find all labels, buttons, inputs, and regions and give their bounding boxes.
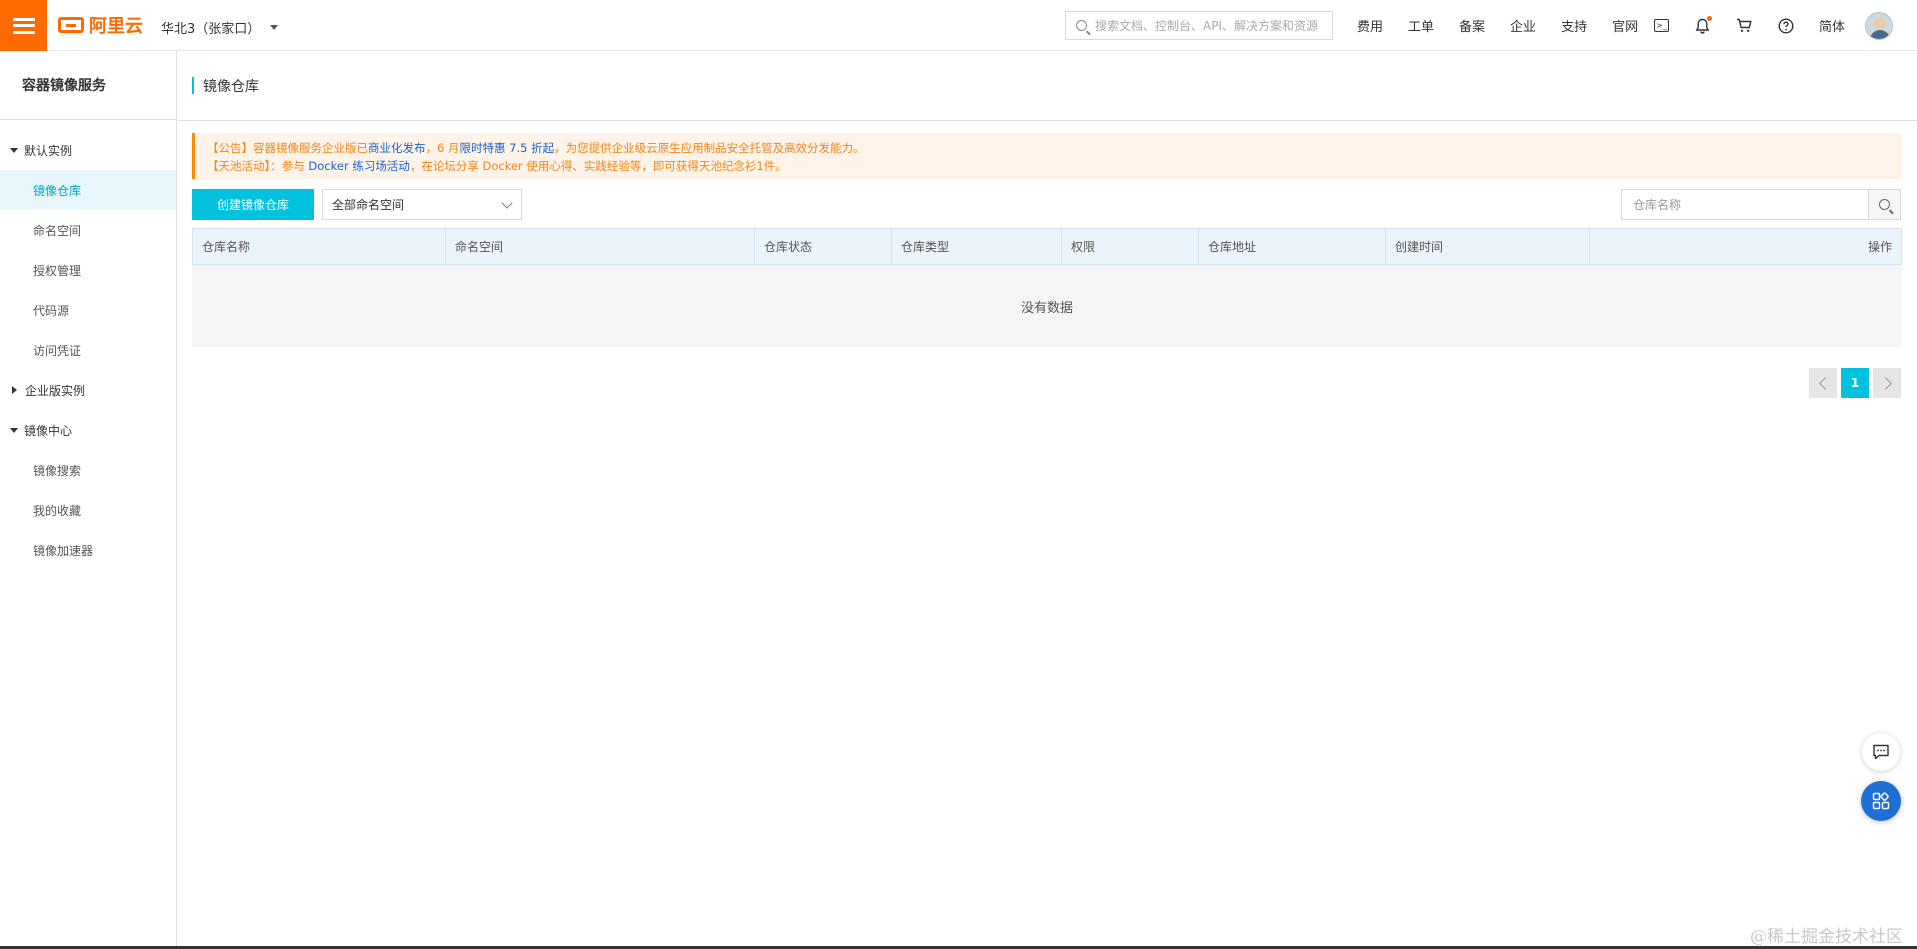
search-icon xyxy=(1879,199,1890,210)
chevron-down-icon xyxy=(501,197,513,209)
feedback-chat-button[interactable] xyxy=(1862,733,1900,771)
triangle-down-icon xyxy=(10,147,18,153)
sidebar-group-label: 镜像中心 xyxy=(24,423,73,438)
announcement-text: 【公告】容器镜像服务企业版已 xyxy=(207,141,368,155)
namespace-select-value: 全部命名空间 xyxy=(332,198,405,212)
watermark-text: @稀土掘金技术社区 xyxy=(1750,927,1903,947)
column-header: 命名空间 xyxy=(446,229,755,264)
user-avatar[interactable] xyxy=(1865,11,1894,40)
menu-icon xyxy=(12,17,35,34)
column-header: 仓库状态 xyxy=(755,229,892,264)
announcement-line-2: 【天池活动】：参与 Docker 练习场活动，在论坛分享 Docker 使用心得… xyxy=(207,157,1892,175)
table-header: 仓库名称 命名空间 仓库状态 仓库类型 权限 仓库地址 创建时间 操作 xyxy=(192,228,1902,265)
column-header: 创建时间 xyxy=(1386,229,1590,264)
caret-down-icon xyxy=(270,25,279,30)
title-accent-bar xyxy=(192,77,194,94)
help-icon[interactable] xyxy=(1777,17,1795,35)
sidebar-item-code-source[interactable]: 代码源 xyxy=(0,290,176,330)
top-navigation-bar: 阿里云 华北3（张家口） 费用 工单 备案 企业 支持 官网 >_ 简体 xyxy=(0,0,1917,51)
repository-table: 仓库名称 命名空间 仓库状态 仓库类型 权限 仓库地址 创建时间 操作 没有数据 xyxy=(192,228,1902,347)
nav-link-icp[interactable]: 备案 xyxy=(1459,16,1485,35)
language-switch[interactable]: 简体 xyxy=(1819,16,1845,35)
cart-icon[interactable] xyxy=(1735,17,1753,35)
repository-search-input[interactable] xyxy=(1622,190,1868,219)
nav-link-official-site[interactable]: 官网 xyxy=(1612,16,1638,35)
sidebar-item-access-credentials[interactable]: 访问凭证 xyxy=(0,330,176,370)
page-header: 镜像仓库 xyxy=(178,51,1917,121)
column-header: 操作 xyxy=(1867,240,1892,254)
nav-link-fees[interactable]: 费用 xyxy=(1357,16,1383,35)
empty-state: 没有数据 xyxy=(192,265,1902,347)
logo-text: 阿里云 xyxy=(89,16,143,37)
hamburger-menu-button[interactable] xyxy=(0,0,47,51)
triangle-right-icon xyxy=(12,386,17,394)
sidebar: 容器镜像服务 默认实例 镜像仓库 命名空间 授权管理 代码源 访问凭证 企业版实… xyxy=(0,51,177,949)
announcement-link-commercial[interactable]: 商业化发布 xyxy=(368,141,426,155)
sidebar-title: 容器镜像服务 xyxy=(0,51,176,120)
apps-icon xyxy=(1872,792,1890,810)
announcement-link-discount[interactable]: 限时特惠 7.5 折起 xyxy=(459,141,554,155)
sidebar-group-default-instance[interactable]: 默认实例 xyxy=(0,130,176,170)
announcement-banner: 【公告】容器镜像服务企业版已商业化发布，6 月限时特惠 7.5 折起，为您提供企… xyxy=(192,133,1902,179)
column-header: 仓库类型 xyxy=(892,229,1062,264)
page-number-current[interactable]: 1 xyxy=(1841,368,1869,398)
top-nav-links: 费用 工单 备案 企业 支持 官网 xyxy=(1357,0,1663,51)
page-title: 镜像仓库 xyxy=(203,78,259,95)
sidebar-item-image-search[interactable]: 镜像搜索 xyxy=(0,450,176,490)
quick-apps-button[interactable] xyxy=(1861,781,1901,821)
previous-page-button[interactable] xyxy=(1809,368,1837,398)
region-selector[interactable]: 华北3（张家口） xyxy=(161,18,279,37)
top-nav-icons: >_ 简体 xyxy=(1654,0,1894,51)
repository-search-box xyxy=(1621,189,1901,220)
search-icon xyxy=(1076,20,1087,31)
notification-dot xyxy=(1707,15,1712,21)
triangle-down-icon xyxy=(10,427,18,433)
nav-link-enterprise[interactable]: 企业 xyxy=(1510,16,1536,35)
namespace-select[interactable]: 全部命名空间 xyxy=(322,189,522,220)
next-page-button[interactable] xyxy=(1873,368,1901,398)
sidebar-item-favorites[interactable]: 我的收藏 xyxy=(0,490,176,530)
nav-link-tickets[interactable]: 工单 xyxy=(1408,16,1434,35)
terminal-icon[interactable]: >_ xyxy=(1654,19,1669,32)
announcement-text: ，6 月 xyxy=(425,141,460,155)
repository-search-button[interactable] xyxy=(1868,190,1900,219)
sidebar-item-repositories[interactable]: 镜像仓库 xyxy=(0,170,176,210)
announcement-text: 【天池活动】：参与 xyxy=(207,159,309,173)
bell-icon[interactable] xyxy=(1693,15,1712,35)
chat-icon xyxy=(1873,744,1889,760)
column-header: 仓库名称 xyxy=(193,229,446,264)
announcement-text: ，在论坛分享 Docker 使用心得、实践经验等，即可获得天池纪念衫1件。 xyxy=(409,159,787,173)
aliyun-logo[interactable]: 阿里云 xyxy=(58,13,143,37)
sidebar-item-image-accelerator[interactable]: 镜像加速器 xyxy=(0,530,176,570)
region-label: 华北3（张家口） xyxy=(161,22,261,37)
sidebar-group-enterprise-instance[interactable]: 企业版实例 xyxy=(0,370,176,410)
chevron-right-icon xyxy=(1878,376,1892,390)
aliyun-logo-icon xyxy=(58,17,84,33)
sidebar-item-namespaces[interactable]: 命名空间 xyxy=(0,210,176,250)
pagination: 1 xyxy=(1809,368,1901,398)
announcement-text: ，为您提供企业级云原生应用制品安全托管及高效分发能力。 xyxy=(554,141,865,155)
global-search-box[interactable] xyxy=(1065,11,1333,40)
create-repository-button[interactable]: 创建镜像仓库 xyxy=(192,189,314,220)
announcement-line-1: 【公告】容器镜像服务企业版已商业化发布，6 月限时特惠 7.5 折起，为您提供企… xyxy=(207,139,1892,157)
column-header: 权限 xyxy=(1062,229,1199,264)
column-header: 仓库地址 xyxy=(1199,229,1386,264)
sidebar-item-authorization[interactable]: 授权管理 xyxy=(0,250,176,290)
sidebar-group-label: 企业版实例 xyxy=(25,383,86,398)
chevron-left-icon xyxy=(1818,376,1832,390)
sidebar-group-image-center[interactable]: 镜像中心 xyxy=(0,410,176,450)
global-search-input[interactable] xyxy=(1095,18,1325,33)
sidebar-group-label: 默认实例 xyxy=(24,143,73,158)
nav-link-support[interactable]: 支持 xyxy=(1561,16,1587,35)
announcement-link-docker-activity[interactable]: Docker 练习场活动 xyxy=(308,159,409,173)
